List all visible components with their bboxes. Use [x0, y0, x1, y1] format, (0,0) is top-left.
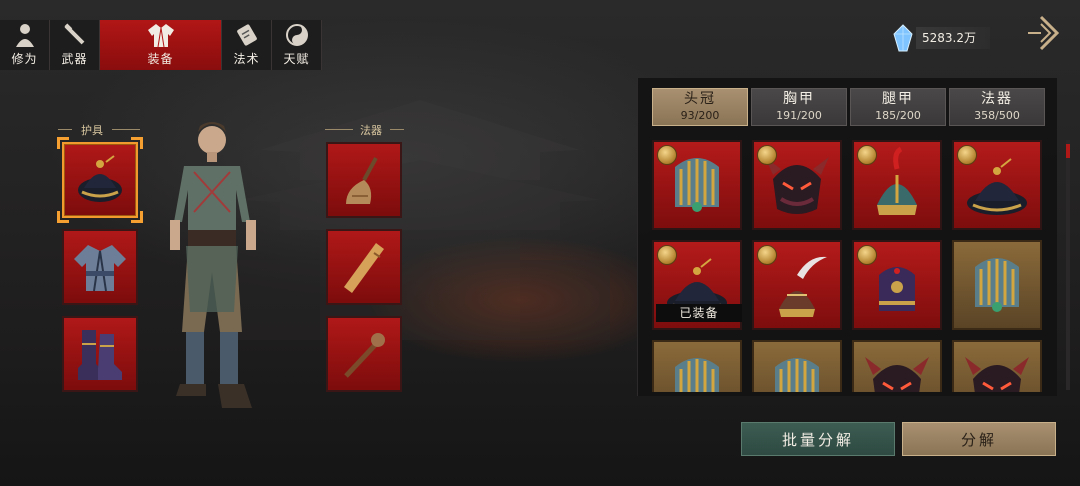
selection-corner [131, 137, 143, 149]
character-model [170, 122, 256, 408]
coin-badge-icon [857, 145, 877, 165]
bracket-line [325, 129, 353, 137]
tab-name: 法器 [981, 91, 1013, 107]
chest-armor-icon [74, 245, 126, 292]
coin-badge-icon [857, 245, 877, 265]
coin-badge-icon [757, 145, 777, 165]
coin-badge-icon [957, 145, 977, 165]
tab-leg-armor[interactable]: 腿甲 185/200 [850, 88, 946, 126]
bracket-line [58, 129, 72, 137]
tab-count: 185/200 [875, 109, 921, 122]
robe-icon [146, 22, 176, 48]
coin-badge-icon [757, 245, 777, 265]
tab-count: 358/500 [974, 109, 1020, 122]
selection-corner [57, 211, 69, 223]
helmet-icon [78, 155, 122, 202]
coin-badge-icon [657, 245, 677, 265]
top-tab-bar: 修为 武器 装备 法术 天赋 [0, 20, 322, 70]
inventory-item[interactable]: 已装备 [652, 240, 742, 330]
cultivation-figure-icon [10, 22, 40, 48]
boots-slot[interactable] [62, 316, 138, 392]
tab-chestplate[interactable]: 胸甲 191/200 [751, 88, 847, 126]
back-menu-icon[interactable] [1022, 14, 1060, 52]
currency-display: 5283.2万 [892, 24, 990, 52]
tab-equipment[interactable]: 装备 [100, 20, 222, 70]
tab-label: 装备 [147, 52, 174, 66]
tab-spells[interactable]: 法术 [222, 20, 272, 70]
inventory-item[interactable] [752, 140, 842, 230]
inventory-item[interactable] [852, 140, 942, 230]
batch-decompose-button[interactable]: 批量分解 [741, 422, 895, 456]
bamboo-scroll-icon [344, 243, 384, 293]
inventory-tab-bar: 头冠 93/200 胸甲 191/200 腿甲 185/200 法器 358/5… [652, 88, 1045, 126]
helmet-slot[interactable] [62, 142, 138, 218]
whisk-icon [346, 157, 378, 204]
tab-talent[interactable]: 天赋 [272, 20, 322, 70]
tab-label: 修为 [11, 52, 38, 66]
selection-corner [131, 211, 143, 223]
inventory-scrollbar[interactable] [1066, 140, 1070, 390]
inventory-item[interactable] [752, 340, 842, 392]
inventory-grid: 已装备 [652, 140, 1046, 392]
chest-armor-slot[interactable] [62, 229, 138, 305]
tab-weapon[interactable]: 武器 [50, 20, 100, 70]
spell-scroll-icon [232, 22, 262, 48]
inventory-item[interactable] [952, 240, 1042, 330]
jade-crown-icon [675, 358, 719, 392]
tab-headwear[interactable]: 头冠 93/200 [652, 88, 748, 126]
inventory-item[interactable] [752, 240, 842, 330]
crystal-gem-icon [893, 24, 913, 52]
bracket-line [390, 129, 404, 137]
selection-corner [57, 137, 69, 149]
inventory-item[interactable] [952, 340, 1042, 392]
scrollbar-thumb[interactable] [1066, 144, 1070, 158]
inventory-item[interactable] [852, 340, 942, 392]
tab-label: 武器 [61, 52, 88, 66]
inventory-item[interactable] [952, 140, 1042, 230]
tab-name: 胸甲 [783, 91, 815, 107]
decompose-button[interactable]: 分解 [902, 422, 1056, 456]
tab-label: 法术 [233, 52, 260, 66]
inventory-item[interactable] [852, 240, 942, 330]
weapon-icon [60, 22, 90, 48]
jade-crown-icon [775, 358, 819, 392]
inventory-item[interactable] [652, 340, 742, 392]
demon-mask-helmet-icon [965, 357, 1029, 392]
tab-count: 93/200 [680, 109, 720, 122]
equipped-tag: 已装备 [656, 304, 742, 322]
yin-yang-icon [282, 22, 312, 48]
tab-name: 头冠 [684, 91, 716, 107]
staff-slot[interactable] [326, 316, 402, 392]
coin-badge-icon [657, 145, 677, 165]
tab-name: 腿甲 [882, 91, 914, 107]
demon-mask-helmet-icon [865, 357, 929, 392]
inventory-item[interactable] [652, 140, 742, 230]
tab-count: 191/200 [776, 109, 822, 122]
whisk-slot[interactable] [326, 142, 402, 218]
boots-icon [78, 330, 122, 380]
staff-icon [344, 333, 385, 378]
scroll-slot[interactable] [326, 229, 402, 305]
jade-crown-icon [975, 258, 1019, 312]
tab-cultivation[interactable]: 修为 [0, 20, 50, 70]
tab-label: 天赋 [283, 52, 310, 66]
tab-artifact[interactable]: 法器 358/500 [949, 88, 1045, 126]
bracket-line [112, 129, 140, 137]
currency-amount: 5283.2万 [916, 27, 990, 49]
